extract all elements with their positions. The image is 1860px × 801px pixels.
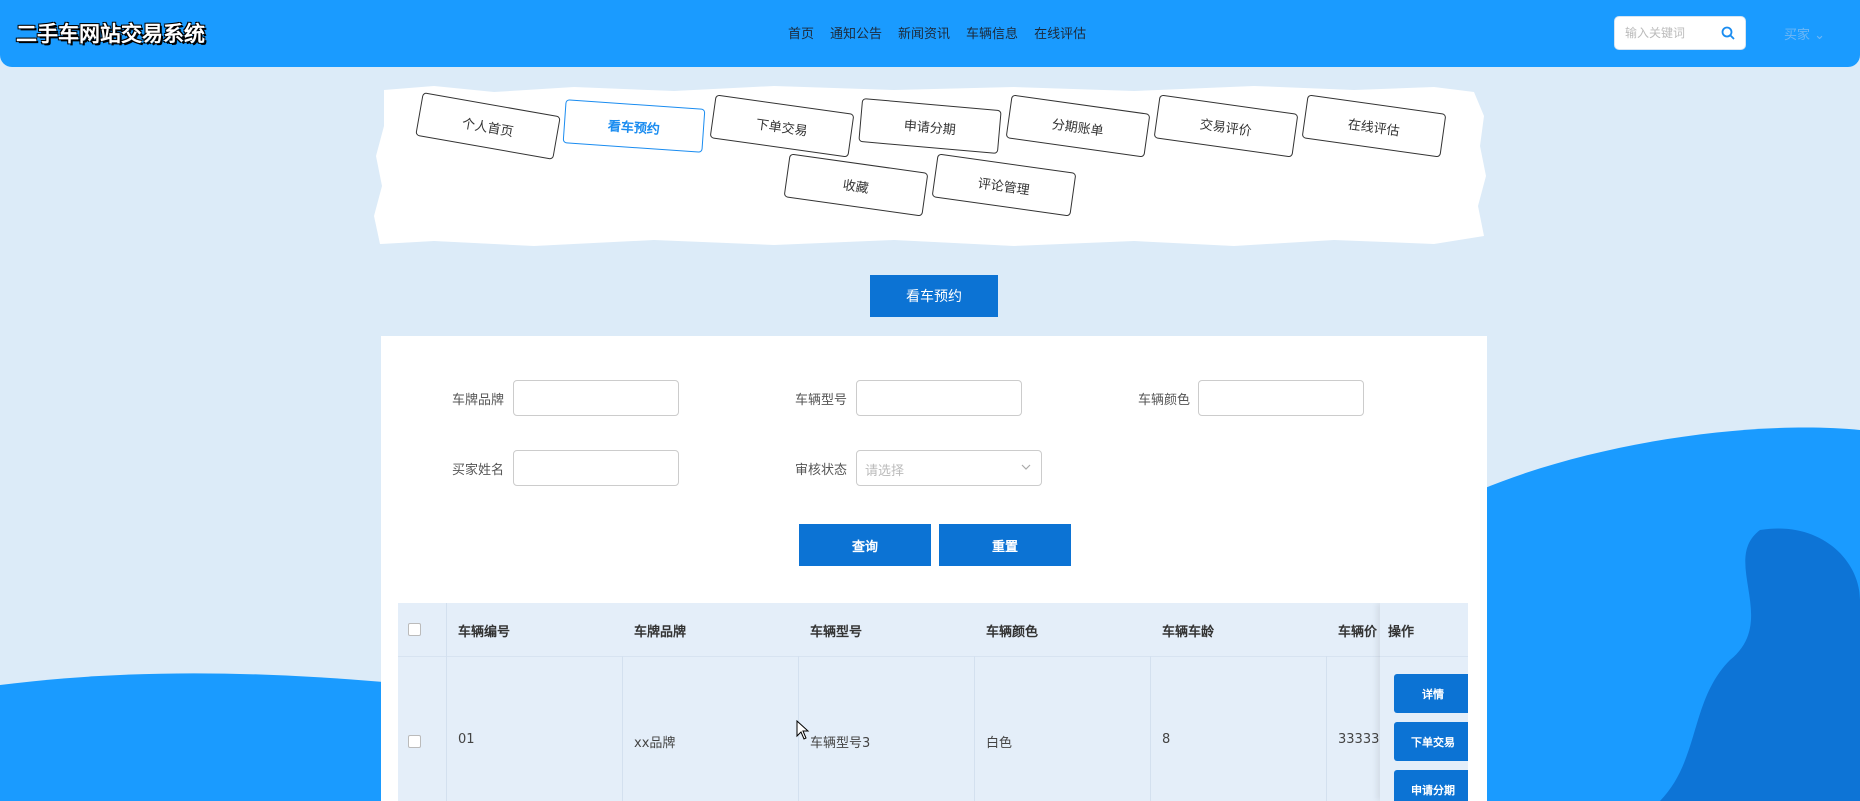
brand-input[interactable] — [513, 380, 679, 416]
page-title: 看车预约 — [870, 275, 998, 317]
actions-column: 操作 详情 下单交易 申请分期 — [1380, 603, 1468, 801]
top-header: 二手车网站交易系统 首页 通知公告 新闻资讯 车辆信息 在线评估 买家 ⌄ — [0, 0, 1860, 67]
header-actions: 操作 — [1388, 625, 1415, 640]
column-divider — [622, 656, 623, 801]
cell-vehicle-no: 01 — [458, 732, 475, 747]
table-header-row — [398, 603, 1468, 657]
header-model: 车辆型号 — [810, 625, 863, 640]
review-status-label: 审核状态 — [795, 463, 848, 478]
user-menu[interactable]: 买家 ⌄ — [1784, 24, 1825, 43]
place-order-button[interactable]: 下单交易 — [1394, 722, 1468, 761]
user-tab-panel: 个人首页 看车预约 下单交易 申请分期 分期账单 交易评价 在线评估 收藏 评论… — [374, 86, 1488, 248]
cell-age: 8 — [1162, 732, 1171, 747]
buyer-name-label: 买家姓名 — [452, 463, 505, 478]
search-icon[interactable] — [1721, 26, 1735, 40]
reset-button[interactable]: 重置 — [939, 524, 1071, 566]
cell-brand: xx品牌 — [634, 736, 676, 751]
review-status-select[interactable]: 请选择 — [856, 450, 1042, 486]
nav-vehicles[interactable]: 车辆信息 — [966, 23, 1018, 42]
column-divider — [1326, 656, 1327, 801]
header-age: 车辆车龄 — [1162, 625, 1215, 640]
model-label: 车辆型号 — [795, 393, 848, 408]
header-brand: 车牌品牌 — [634, 625, 687, 640]
mouse-cursor-icon — [796, 720, 810, 740]
apply-installment-button[interactable]: 申请分期 — [1394, 770, 1468, 801]
nav-evaluation[interactable]: 在线评估 — [1034, 23, 1086, 42]
header-price: 车辆价 — [1338, 625, 1378, 640]
row-checkbox[interactable] — [408, 735, 421, 748]
nav-home[interactable]: 首页 — [788, 23, 814, 42]
cell-price: 33333 — [1338, 732, 1380, 747]
query-button[interactable]: 查询 — [799, 524, 931, 566]
cell-model: 车辆型号3 — [810, 736, 871, 751]
content-card: 车牌品牌 车辆型号 车辆颜色 买家姓名 审核状态 请选择 查询 重置 车辆编号 … — [381, 336, 1487, 801]
column-divider — [446, 603, 447, 801]
select-all-checkbox[interactable] — [408, 623, 421, 636]
model-input[interactable] — [856, 380, 1022, 416]
nav-news[interactable]: 新闻资讯 — [898, 23, 950, 42]
header-color: 车辆颜色 — [986, 625, 1039, 640]
main-nav: 首页 通知公告 新闻资讯 车辆信息 在线评估 — [788, 23, 1086, 42]
color-input[interactable] — [1198, 380, 1364, 416]
buyer-name-input[interactable] — [513, 450, 679, 486]
site-logo[interactable]: 二手车网站交易系统 — [16, 18, 205, 48]
search-box — [1614, 16, 1746, 50]
column-divider — [1150, 656, 1151, 801]
search-input[interactable] — [1623, 17, 1723, 49]
cell-color: 白色 — [986, 736, 1013, 751]
review-status-placeholder: 请选择 — [865, 464, 905, 479]
details-button[interactable]: 详情 — [1394, 674, 1468, 713]
column-divider — [974, 656, 975, 801]
nav-notices[interactable]: 通知公告 — [830, 23, 882, 42]
header-vehicle-no: 车辆编号 — [458, 625, 511, 640]
chevron-down-icon — [1021, 464, 1031, 470]
appointment-table: 车辆编号 车牌品牌 车辆型号 车辆颜色 车辆车龄 车辆价 01 xx品牌 车辆型… — [398, 603, 1468, 801]
brand-label: 车牌品牌 — [452, 393, 505, 408]
color-label: 车辆颜色 — [1138, 393, 1191, 408]
